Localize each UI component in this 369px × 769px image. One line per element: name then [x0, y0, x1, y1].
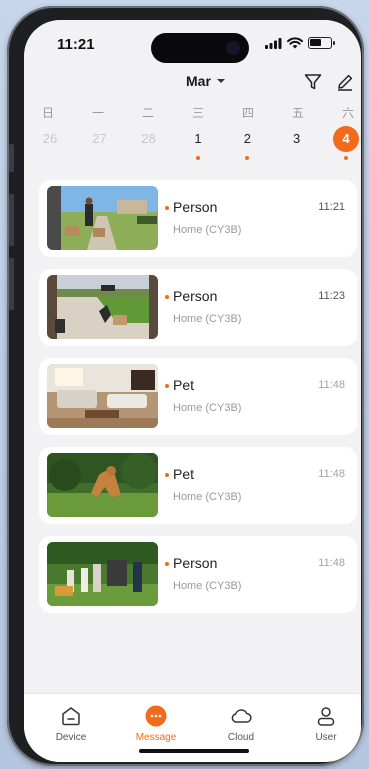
weekday-label: 三: [191, 106, 204, 120]
event-type: Pet: [173, 377, 195, 393]
event-card[interactable]: Pet Home (CY3B) 11:48: [39, 447, 357, 524]
user-icon: [317, 707, 335, 726]
dynamic-island: [151, 33, 249, 63]
date-cell[interactable]: 28: [135, 126, 163, 166]
tab-label: User: [315, 732, 337, 743]
event-time: 11:48: [318, 468, 345, 480]
weekday-label: 六: [341, 106, 354, 120]
weekday-label: 四: [241, 106, 254, 120]
message-icon: [145, 705, 167, 727]
mute-switch: [9, 144, 14, 172]
device-icon: [62, 707, 80, 726]
event-card[interactable]: Person Home (CY3B) 11:21: [39, 180, 357, 257]
event-type: Person: [173, 199, 218, 215]
date-number: 1: [194, 131, 202, 146]
phone-frame: 11:21 Mar 日 一 二 三 四 五 六 26 27 28 1 2 3 4…: [7, 6, 364, 766]
event-thumbnail[interactable]: [47, 186, 158, 250]
weekday-label: 五: [291, 106, 304, 120]
event-type: Person: [173, 555, 218, 571]
event-location: Home (CY3B): [173, 224, 242, 236]
event-dot: [165, 562, 169, 566]
event-card[interactable]: Person Home (CY3B) 11:23: [39, 269, 357, 346]
date-cell[interactable]: 27: [85, 126, 113, 166]
event-location: Home (CY3B): [173, 313, 242, 325]
date-row: 26 27 28 1 2 3 4: [36, 126, 360, 166]
event-thumbnail[interactable]: [47, 364, 158, 428]
event-time: 11:21: [318, 201, 345, 213]
date-cell[interactable]: 2: [233, 126, 261, 166]
wifi-icon: [287, 37, 303, 49]
tab-label: Message: [135, 732, 177, 743]
event-card[interactable]: Pet Home (CY3B) 11:48: [39, 358, 357, 435]
event-time: 11:48: [318, 379, 345, 391]
home-indicator: [139, 749, 249, 753]
filter-icon[interactable]: [303, 72, 323, 92]
date-cell[interactable]: 3: [283, 126, 311, 166]
event-indicator-dot: [245, 156, 250, 160]
battery-icon: [308, 37, 335, 49]
event-thumbnail[interactable]: [47, 275, 158, 339]
tab-user[interactable]: User: [291, 704, 361, 743]
weekday-label: 日: [41, 106, 54, 120]
month-selector[interactable]: Mar: [186, 73, 225, 89]
date-number: 3: [293, 131, 301, 146]
tab-cloud[interactable]: Cloud: [206, 704, 276, 743]
volume-up-button: [9, 194, 14, 246]
event-dot: [165, 295, 169, 299]
tab-label: Cloud: [227, 732, 255, 743]
volume-down-button: [9, 258, 14, 310]
status-time: 11:21: [57, 36, 95, 53]
event-dot: [165, 384, 169, 388]
event-time: 11:23: [318, 290, 345, 302]
edit-icon[interactable]: [335, 72, 355, 92]
status-icons: [265, 37, 335, 49]
event-location: Home (CY3B): [173, 491, 242, 503]
event-thumbnail[interactable]: [47, 542, 158, 606]
tab-label: Device: [55, 732, 87, 743]
tab-device[interactable]: Device: [36, 704, 106, 743]
weekday-label: 二: [141, 106, 154, 120]
chevron-down-icon: [216, 79, 225, 83]
event-indicator-dot: [343, 156, 348, 160]
event-thumbnail[interactable]: [47, 453, 158, 517]
event-list: Person Home (CY3B) 11:21 Person Home (CY…: [39, 180, 357, 625]
event-type: Pet: [173, 466, 195, 482]
event-location: Home (CY3B): [173, 402, 242, 414]
date-cell[interactable]: 26: [36, 126, 64, 166]
event-indicator-dot: [195, 156, 200, 160]
cloud-icon: [231, 709, 252, 723]
date-cell[interactable]: 1: [184, 126, 212, 166]
event-dot: [165, 473, 169, 477]
event-type: Person: [173, 288, 218, 304]
date-number: 27: [92, 131, 107, 146]
event-dot: [165, 206, 169, 210]
app-screen: 11:21 Mar 日 一 二 三 四 五 六 26 27 28 1 2 3 4…: [24, 20, 361, 762]
signal-icon: [265, 37, 282, 49]
date-cell-selected[interactable]: 4: [332, 126, 360, 166]
date-number: 28: [141, 131, 156, 146]
event-card[interactable]: Person Home (CY3B) 11:48: [39, 536, 357, 613]
month-label: Mar: [186, 73, 211, 89]
event-location: Home (CY3B): [173, 580, 242, 592]
weekday-label: 一: [91, 106, 104, 120]
date-number: 26: [42, 131, 58, 146]
date-number: 4: [332, 126, 359, 152]
date-number: 2: [243, 131, 251, 146]
calendar-header: Mar: [24, 70, 361, 100]
weekday-row: 日 一 二 三 四 五 六: [36, 104, 360, 121]
tab-message[interactable]: Message: [121, 704, 191, 743]
event-time: 11:48: [318, 557, 345, 569]
